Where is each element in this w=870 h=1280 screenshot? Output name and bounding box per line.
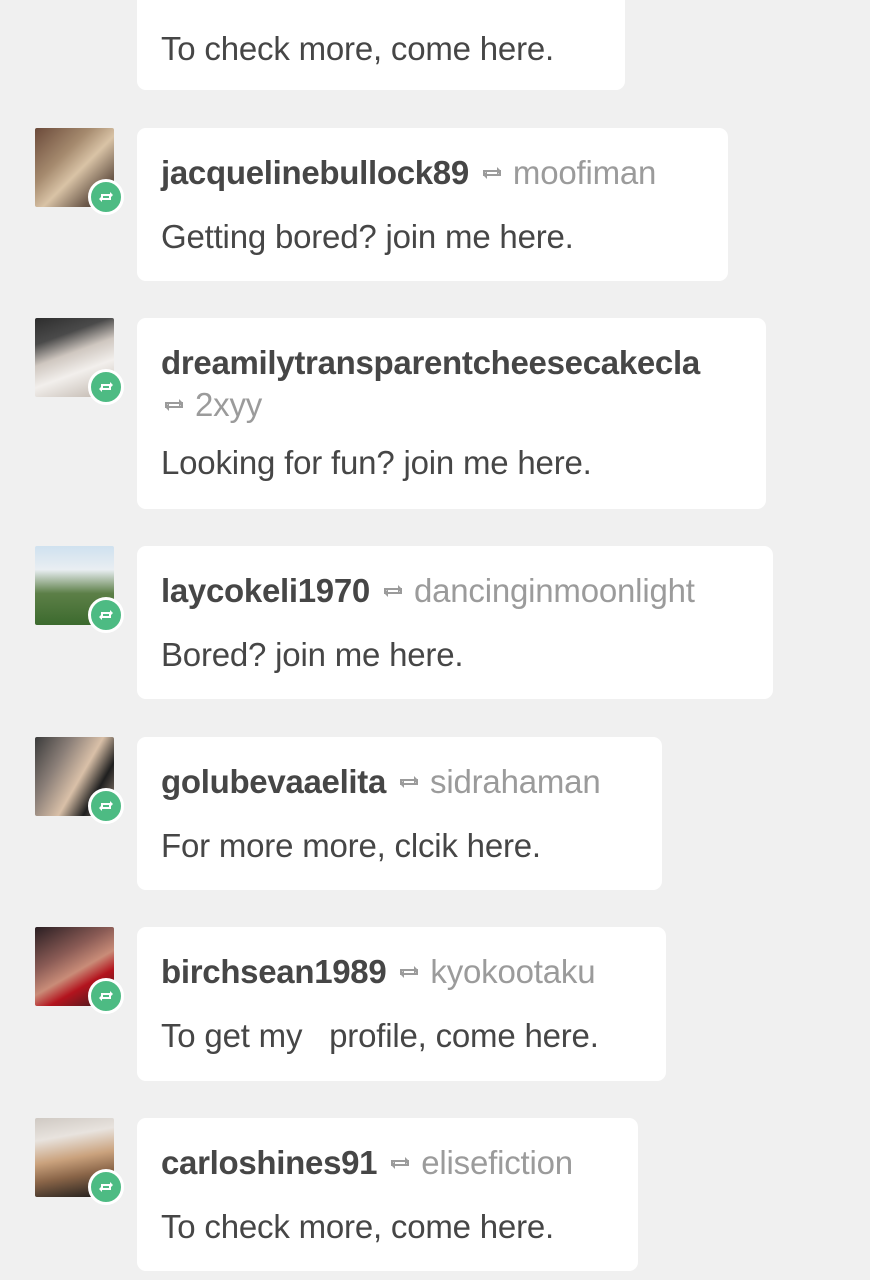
avatar-container[interactable] [35,128,125,218]
reblog-badge-icon [88,978,124,1014]
source-link[interactable]: 2xyy [195,386,262,424]
reblog-icon [383,585,402,597]
source-link[interactable]: moofiman [513,154,656,192]
message-text: To check more, come here. [161,30,554,67]
reblog-badge-icon [88,369,124,405]
avatar-container[interactable] [35,1118,125,1208]
message-text: To get my profile, come here. [161,1017,599,1054]
message-bubble[interactable]: laycokeli1970 dancinginmoonlight Bored? … [137,546,773,699]
message-bubble[interactable]: jacquelinebullock89 moofiman Getting bor… [137,128,728,281]
message-text: Looking for fun? join me here. [161,444,592,481]
reblog-badge-icon [88,788,124,824]
username-link[interactable]: dreamilytransparentcheesecakecla [161,344,700,382]
source-link[interactable]: elisefiction [421,1144,573,1182]
message-text: Bored? join me here. [161,636,464,673]
avatar-container[interactable] [35,927,125,1017]
avatar-container[interactable] [35,546,125,636]
username-link[interactable]: carloshines91 [161,1144,378,1182]
username-link[interactable]: golubevaaelita [161,763,386,801]
reblog-badge-icon [88,179,124,215]
message-bubble[interactable]: birchsean1989 kyokootaku To get my profi… [137,927,666,1081]
username-link[interactable]: birchsean1989 [161,953,387,991]
reblog-icon [400,966,419,978]
reblog-icon [482,167,501,179]
reblog-badge-icon [88,597,124,633]
message-text: For more more, clcik here. [161,827,541,864]
avatar-container[interactable] [35,737,125,827]
source-link[interactable]: kyokootaku [430,953,595,991]
avatar-container[interactable] [35,318,125,408]
source-link[interactable]: dancinginmoonlight [414,572,695,610]
reblog-icon [400,776,419,788]
reblog-badge-icon [88,1169,124,1205]
message-text: To check more, come here. [161,1208,554,1245]
message-bubble[interactable]: golubevaaelita sidrahaman For more more,… [137,737,662,890]
reblog-icon [391,1157,410,1169]
reblog-icon [165,399,183,411]
message-bubble[interactable]: carloshines91 elisefiction To check more… [137,1118,638,1271]
source-link[interactable]: sidrahaman [430,763,601,801]
message-bubble[interactable]: dreamilytransparentcheesecakecla 2xyy Lo… [137,318,766,509]
activity-feed: To check more, come here. jacquelinebull… [0,0,870,1280]
message-bubble[interactable]: To check more, come here. [137,0,625,90]
username-link[interactable]: jacquelinebullock89 [161,154,469,192]
username-link[interactable]: laycokeli1970 [161,572,370,610]
message-text: Getting bored? join me here. [161,218,574,255]
